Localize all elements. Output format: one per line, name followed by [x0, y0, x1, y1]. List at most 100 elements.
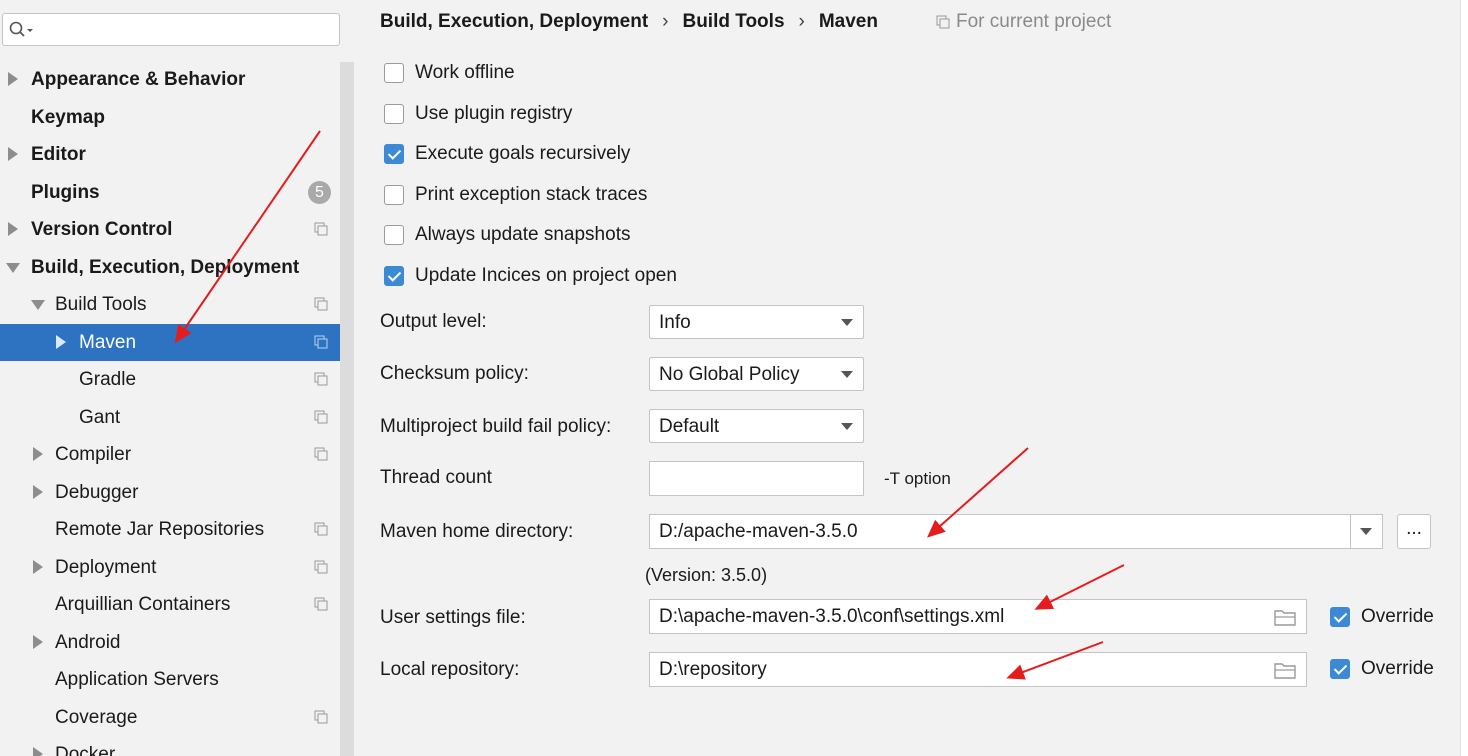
collapse-arrow-icon[interactable]: [31, 300, 45, 310]
tree-item-appearance-behavior[interactable]: Appearance & Behavior: [0, 61, 354, 98]
checkbox-label: Execute goals recursively: [415, 143, 631, 164]
tree-item-plugins[interactable]: Plugins 5: [0, 174, 354, 211]
expand-arrow-icon[interactable]: [8, 72, 18, 86]
tree-item-editor[interactable]: Editor: [0, 136, 354, 173]
tree-item-keymap[interactable]: Keymap: [0, 99, 354, 136]
tree-item-maven[interactable]: Maven: [0, 324, 354, 361]
sidebar-scrollbar[interactable]: [340, 62, 354, 756]
expand-arrow-icon[interactable]: [8, 147, 18, 161]
expand-arrow-icon[interactable]: [33, 635, 43, 649]
search-box[interactable]: [2, 13, 340, 46]
dropdown-arrow-icon[interactable]: [841, 423, 853, 430]
tree-item-docker[interactable]: Docker: [0, 736, 354, 756]
tree-item-debugger[interactable]: Debugger: [0, 474, 354, 511]
maven-home-browse-button[interactable]: ...: [1397, 514, 1431, 549]
checkbox-label: Update Incices on project open: [415, 265, 677, 286]
dropdown-arrow-icon[interactable]: [1360, 528, 1372, 535]
checkbox-label: Print exception stack traces: [415, 184, 648, 205]
expand-arrow-icon[interactable]: [8, 222, 18, 236]
local-repository-label: Local repository:: [380, 659, 520, 680]
checksum-policy-label: Checksum policy:: [380, 363, 529, 384]
project-scope-icon: [314, 597, 328, 611]
tree-item-gant[interactable]: Gant: [0, 399, 354, 436]
maven-home-dropdown-button[interactable]: [1350, 515, 1382, 548]
background-window-edge: [1460, 0, 1468, 756]
user-settings-value: D:\apache-maven-3.5.0\conf\settings.xml: [659, 606, 1005, 627]
project-scope-icon: [314, 372, 328, 386]
project-scope-icon: [314, 447, 328, 461]
work-offline-checkbox[interactable]: [384, 63, 404, 83]
search-icon[interactable]: [9, 21, 35, 45]
execute-goals-recursively-checkbox[interactable]: [384, 144, 404, 164]
tree-item-label: Build Tools: [55, 294, 147, 315]
breadcrumb-separator: ›: [798, 11, 805, 32]
user-settings-label: User settings file:: [380, 607, 526, 628]
checkbox-label: Always update snapshots: [415, 224, 631, 245]
output-level-select[interactable]: Info: [649, 305, 864, 339]
tree-item-label: Compiler: [55, 444, 132, 465]
for-current-project-note: For current project: [936, 11, 1111, 33]
project-scope-icon: [314, 335, 328, 349]
collapse-arrow-icon[interactable]: [6, 263, 20, 273]
update-indices-checkbox[interactable]: [384, 266, 404, 286]
tree-item-label: Deployment: [55, 557, 157, 578]
tree-item-build-execution-deployment[interactable]: Build, Execution, Deployment: [0, 249, 354, 286]
tree-item-version-control[interactable]: Version Control: [0, 211, 354, 248]
folder-icon[interactable]: [1274, 609, 1296, 626]
expand-arrow-icon[interactable]: [33, 485, 43, 499]
always-update-snapshots-checkbox[interactable]: [384, 225, 404, 245]
expand-arrow-icon[interactable]: [33, 560, 43, 574]
tree-item-label: Version Control: [31, 219, 173, 240]
tree-item-coverage[interactable]: Coverage: [0, 699, 354, 736]
dropdown-arrow-icon[interactable]: [841, 319, 853, 326]
breadcrumb-item: Build Tools: [682, 11, 785, 32]
user-settings-input[interactable]: D:\apache-maven-3.5.0\conf\settings.xml: [649, 599, 1307, 634]
tree-item-build-tools[interactable]: Build Tools: [0, 286, 354, 323]
tree-item-android[interactable]: Android: [0, 624, 354, 661]
maven-version-text: (Version: 3.5.0): [645, 565, 768, 585]
tree-item-deployment[interactable]: Deployment: [0, 549, 354, 586]
expand-arrow-icon[interactable]: [33, 747, 43, 756]
thread-count-hint: -T option: [884, 469, 951, 488]
breadcrumb-item: Build, Execution, Deployment: [380, 11, 649, 32]
tree-item-compiler[interactable]: Compiler: [0, 436, 354, 473]
fail-policy-select[interactable]: Default: [649, 409, 864, 443]
tree-item-application-servers[interactable]: Application Servers: [0, 661, 354, 698]
tree-item-gradle[interactable]: Gradle: [0, 361, 354, 398]
checkbox-label: Use plugin registry: [415, 103, 573, 124]
project-scope-icon: [314, 560, 328, 574]
project-scope-icon: [314, 522, 328, 536]
browse-button-label: ...: [1406, 518, 1422, 539]
folder-icon[interactable]: [1274, 662, 1296, 679]
local-repository-override-checkbox[interactable]: [1330, 659, 1350, 679]
local-repository-value: D:\repository: [659, 659, 767, 680]
search-input[interactable]: [37, 18, 337, 43]
tree-item-label: Docker: [55, 744, 116, 756]
maven-home-combo[interactable]: D:/apache-maven-3.5.0: [649, 514, 1383, 549]
tree-item-label: Plugins: [31, 182, 100, 203]
settings-sidebar: Appearance & Behavior Keymap Editor Plug…: [0, 0, 354, 756]
tree-item-label: Gant: [79, 407, 121, 428]
user-settings-override-checkbox[interactable]: [1330, 607, 1350, 627]
tree-item-label: Application Servers: [55, 669, 219, 690]
print-exception-stack-traces-checkbox[interactable]: [384, 185, 404, 205]
project-scope-icon: [314, 222, 328, 236]
checksum-policy-value: No Global Policy: [659, 364, 800, 385]
override-label: Override: [1361, 658, 1434, 679]
expand-arrow-icon[interactable]: [56, 335, 66, 349]
tree-item-remote-jar-repositories[interactable]: Remote Jar Repositories: [0, 511, 354, 548]
thread-count-label: Thread count: [380, 467, 492, 488]
for-current-project-label: For current project: [956, 11, 1112, 32]
thread-count-input[interactable]: [649, 461, 864, 496]
maven-home-value: D:/apache-maven-3.5.0: [659, 521, 858, 542]
expand-arrow-icon[interactable]: [33, 447, 43, 461]
tree-item-arquillian-containers[interactable]: Arquillian Containers: [0, 586, 354, 623]
dropdown-arrow-icon[interactable]: [841, 371, 853, 378]
project-scope-icon: [314, 297, 328, 311]
use-plugin-registry-checkbox[interactable]: [384, 104, 404, 124]
tree-item-label: Keymap: [31, 107, 105, 128]
project-scope-icon: [314, 710, 328, 724]
tree-item-label: Maven: [79, 332, 137, 353]
local-repository-input[interactable]: D:\repository: [649, 652, 1307, 687]
checksum-policy-select[interactable]: No Global Policy: [649, 357, 864, 391]
